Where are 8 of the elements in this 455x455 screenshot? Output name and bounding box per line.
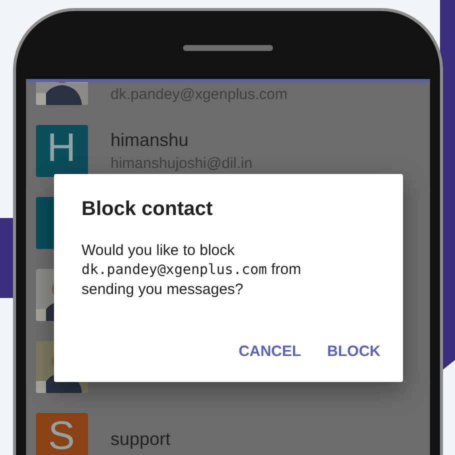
avatar: S [36, 413, 88, 455]
avatar: H [36, 125, 88, 177]
contact-name: support [110, 428, 171, 450]
contact-name: himanshu [110, 130, 190, 151]
block-button[interactable]: BLOCK [317, 335, 390, 368]
dialog-message: Would you like to block dk.pandey@xgenplus.com from sending you messages? [82, 241, 302, 299]
dialog-title: Block contact [82, 198, 214, 221]
cancel-button[interactable]: CANCEL [228, 335, 312, 368]
